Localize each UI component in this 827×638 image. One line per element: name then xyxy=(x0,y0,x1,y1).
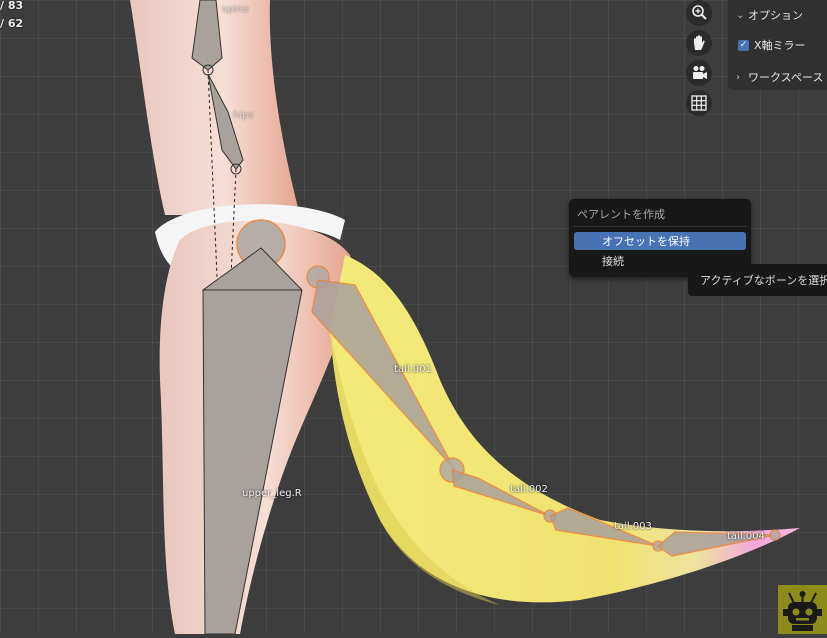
chevron-right-icon: › xyxy=(736,71,740,83)
bone-label-tail-004: tail.004 xyxy=(727,531,765,542)
bone-label-hips: hips xyxy=(233,110,254,121)
camera-button[interactable] xyxy=(686,60,712,86)
tooltip: アクティブなボーンを選択 xyxy=(688,264,827,296)
hand-icon xyxy=(694,35,705,50)
zoom-magnifier-icon xyxy=(692,5,707,20)
stats-line-1: / 83 xyxy=(0,0,24,12)
joint-tail-004-tail xyxy=(769,529,781,541)
options-label: オプション xyxy=(748,9,803,22)
stats-line-2: / 62 xyxy=(0,17,24,30)
x-mirror-checkbox[interactable]: ✓ xyxy=(738,39,749,51)
options-header[interactable]: ⌄ オプション xyxy=(736,6,803,24)
robot-logo-icon xyxy=(778,585,827,634)
menu-item-keep-offset[interactable]: オフセットを保持 xyxy=(574,232,746,250)
3d-viewport[interactable]: / 83 / 62 spine hips tail.001 tail.002 t… xyxy=(0,0,827,634)
workspace-header[interactable]: › ワークスペース xyxy=(736,68,823,86)
bone-label-tail-001: tail.001 xyxy=(394,364,432,375)
grid-button[interactable] xyxy=(686,90,712,116)
bone-label-upper-leg: upper_leg.R xyxy=(242,488,302,499)
chevron-down-icon: ⌄ xyxy=(736,9,745,21)
options-panel: ⌄ オプション ✓ X軸ミラー › ワークスペース xyxy=(728,0,827,90)
bone-label-tail-002: tail.002 xyxy=(510,484,548,495)
grid-icon xyxy=(691,95,707,111)
menu-item-label: 接続 xyxy=(602,255,624,268)
camera-icon xyxy=(693,66,707,79)
pan-button[interactable] xyxy=(686,30,712,56)
x-mirror-label: X軸ミラー xyxy=(754,39,806,52)
tail-mesh xyxy=(330,255,800,603)
bone-label-tail-003: tail.003 xyxy=(614,521,652,532)
tooltip-text: アクティブなボーンを選択 xyxy=(700,274,827,287)
bone-label-spine: spine xyxy=(222,4,249,15)
workspace-label: ワークスペース xyxy=(748,71,824,84)
x-mirror-row[interactable]: ✓ X軸ミラー xyxy=(738,36,806,54)
menu-item-label: オフセットを保持 xyxy=(602,235,690,248)
menu-title: ペアレントを作成 xyxy=(577,208,665,221)
zoom-button[interactable] xyxy=(686,0,712,26)
menu-separator xyxy=(573,226,747,227)
